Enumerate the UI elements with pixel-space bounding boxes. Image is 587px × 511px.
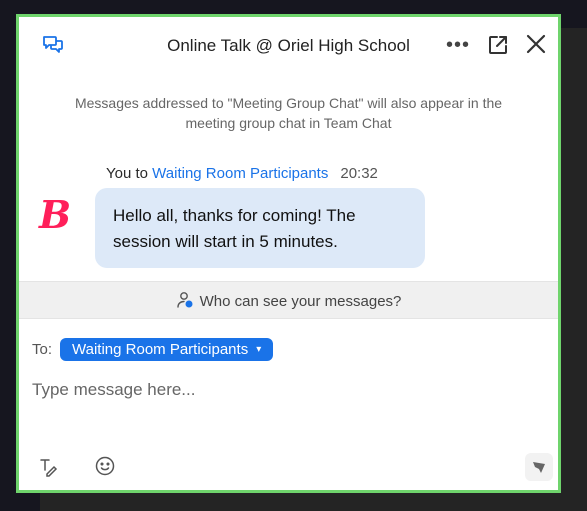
chat-panel: Online Talk @ Oriel High School ••• Mess… — [16, 14, 561, 493]
popout-icon[interactable] — [485, 32, 511, 58]
person-visibility-icon — [176, 292, 193, 308]
group-chat-notice: Messages addressed to "Meeting Group Cha… — [74, 95, 503, 131]
recipient-dropdown-label: Waiting Room Participants — [72, 340, 249, 358]
message-time: 20:32 — [340, 165, 378, 182]
partially-hidden-message — [106, 274, 186, 280]
recipient-link[interactable]: Waiting Room Participants — [152, 165, 328, 182]
message-meta: You to Waiting Room Participants 20:32 — [106, 165, 378, 182]
sender-label: You to — [106, 165, 153, 182]
visibility-label: Who can see your messages? — [199, 293, 402, 310]
recipient-row: To: Waiting Room Participants ▾ — [32, 337, 274, 361]
send-icon[interactable] — [525, 453, 553, 481]
format-text-icon[interactable] — [39, 457, 59, 477]
chat-header: Online Talk @ Oriel High School ••• — [19, 17, 558, 73]
chat-title: Online Talk @ Oriel High School — [167, 36, 410, 55]
emoji-icon[interactable] — [94, 455, 116, 477]
message-input[interactable] — [32, 373, 547, 407]
to-label: To: — [32, 340, 53, 358]
close-icon[interactable] — [524, 32, 548, 56]
recipient-dropdown[interactable]: Waiting Room Participants ▾ — [60, 337, 274, 361]
chevron-down-icon: ▾ — [256, 343, 262, 355]
visibility-bar[interactable]: Who can see your messages? — [19, 281, 558, 319]
message-bubble: Hello all, thanks for coming! The sessio… — [95, 188, 425, 268]
avatar: B — [38, 192, 72, 237]
more-icon[interactable]: ••• — [444, 31, 472, 59]
